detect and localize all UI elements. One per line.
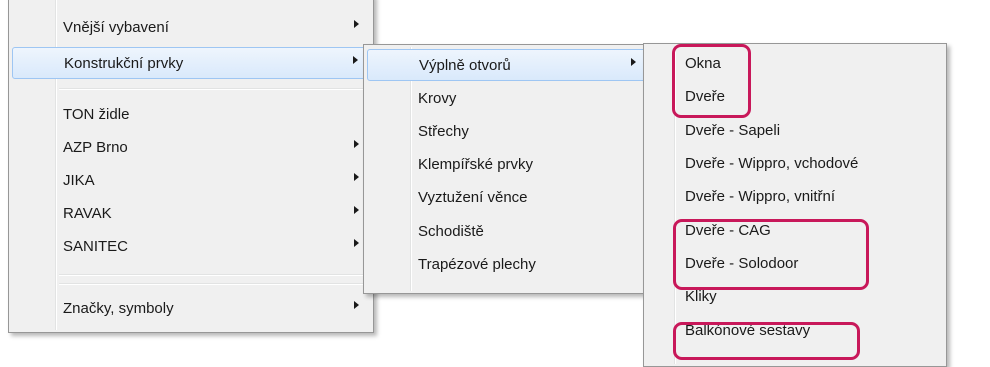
menu-item-label: Výplně otvorů: [419, 57, 511, 74]
menu-separator: [59, 274, 370, 276]
menu-item-klempirske-prvky[interactable]: Klempířské prvky: [367, 149, 648, 181]
menu-item-label: Trapézové plechy: [418, 256, 536, 273]
menu-item-dvere-wippro-vchodove[interactable]: Dveře - Wippro, vchodové: [647, 148, 943, 180]
submenu-arrow-icon: [353, 56, 358, 64]
menu-item-label: Dveře - Sapeli: [685, 122, 781, 139]
menu-item-strechy[interactable]: Střechy: [367, 116, 648, 148]
submenu-konstrukcni-prvky: Výplně otvorů Krovy Střechy Klempířské p…: [363, 44, 652, 294]
menu-item-label: Střechy: [418, 123, 469, 140]
menu-item-label: SANITEC: [63, 238, 129, 255]
menu-item-label: Dveře - Wippro, vnitřní: [685, 188, 836, 205]
annotation-ring-okna-dvere: [672, 44, 751, 118]
annotation-ring-cag-solodoor: [673, 219, 869, 290]
menu-item-label: JIKA: [63, 172, 95, 189]
menu-item-azp-brno[interactable]: AZP Brno: [12, 132, 370, 164]
menu-item-label: Vyztužení věnce: [418, 189, 528, 206]
menu-item-dvere-sapeli[interactable]: Dveře - Sapeli: [647, 115, 943, 147]
menu-item-vnejsi-vybaveni[interactable]: Vnější vybavení: [12, 12, 370, 44]
submenu-arrow-icon: [631, 58, 636, 66]
menu-item-trapezove-plechy[interactable]: Trapézové plechy: [367, 249, 648, 281]
submenu-arrow-icon: [354, 20, 359, 28]
menu-item-label: Kliky: [685, 288, 717, 305]
menu-separator: [59, 88, 370, 90]
menu-item-label: Konstrukční prvky: [64, 55, 184, 72]
menu-item-vyplne-otvoru[interactable]: Výplně otvorů: [367, 49, 648, 81]
menu-item-sanitec[interactable]: SANITEC: [12, 231, 370, 263]
menu-item-ravak[interactable]: RAVAK: [12, 198, 370, 230]
annotation-ring-balkonove-sestavy: [673, 322, 860, 360]
menu-item-krovy[interactable]: Krovy: [367, 83, 648, 115]
menu-item-znacky-symboly[interactable]: Značky, symboly: [12, 293, 370, 325]
menu-item-label: Značky, symboly: [63, 300, 174, 317]
menu-item-schodiste[interactable]: Schodiště: [367, 216, 648, 248]
submenu-arrow-icon: [354, 206, 359, 214]
menu-item-label: Dveře - Wippro, vchodové: [685, 155, 859, 172]
submenu-arrow-icon: [354, 140, 359, 148]
submenu-arrow-icon: [354, 173, 359, 181]
menu-item-label: Klempířské prvky: [418, 156, 534, 173]
menu-item-konstrukcni-prvky[interactable]: Konstrukční prvky: [12, 47, 370, 79]
menu-item-jika[interactable]: JIKA: [12, 165, 370, 197]
menu-item-label: AZP Brno: [63, 139, 128, 156]
menu-item-vyztuzeni-vence[interactable]: Vyztužení věnce: [367, 182, 648, 214]
menu-separator: [59, 283, 370, 285]
menu-item-label: TON židle: [63, 106, 130, 123]
submenu-arrow-icon: [354, 301, 359, 309]
menu-item-label: Krovy: [418, 90, 457, 107]
menu-item-label: Schodiště: [418, 223, 484, 240]
context-menu-main: Vnější vybavení Konstrukční prvky TON ži…: [8, 0, 374, 333]
menu-item-ton-zidle[interactable]: TON židle: [12, 99, 370, 131]
menu-item-label: Vnější vybavení: [63, 19, 169, 36]
submenu-arrow-icon: [354, 239, 359, 247]
menu-item-dvere-wippro-vnitrni[interactable]: Dveře - Wippro, vnitřní: [647, 181, 943, 213]
menu-item-label: RAVAK: [63, 205, 112, 222]
